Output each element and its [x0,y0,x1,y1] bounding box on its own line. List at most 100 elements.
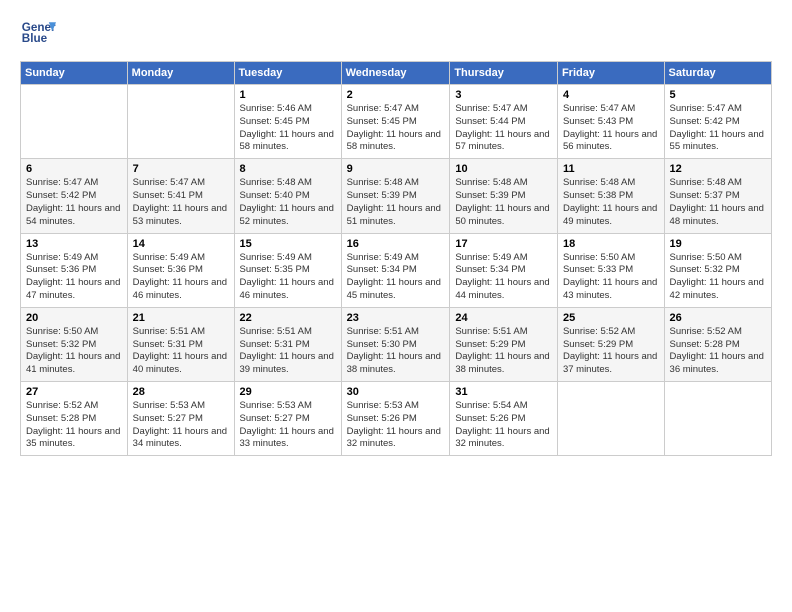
calendar-cell: 6Sunrise: 5:47 AM Sunset: 5:42 PM Daylig… [21,159,128,233]
day-info: Sunrise: 5:48 AM Sunset: 5:39 PM Dayligh… [347,177,445,228]
day-info: Sunrise: 5:54 AM Sunset: 5:26 PM Dayligh… [455,400,552,451]
calendar-cell: 7Sunrise: 5:47 AM Sunset: 5:41 PM Daylig… [127,159,234,233]
day-info: Sunrise: 5:52 AM Sunset: 5:28 PM Dayligh… [670,326,766,377]
calendar-cell [664,382,771,456]
calendar-cell: 8Sunrise: 5:48 AM Sunset: 5:40 PM Daylig… [234,159,341,233]
calendar-cell: 12 Sunrise: 5:48 AM Sunset: 5:37 PM Dayli… [664,159,771,233]
day-info: Sunrise: 5:47 AM Sunset: 5:45 PM Dayligh… [347,103,445,154]
calendar-cell: 9 Sunrise: 5:48 AM Sunset: 5:39 PM Daylig… [341,159,450,233]
day-info: Sunrise: 5:51 AM Sunset: 5:30 PM Dayligh… [347,326,445,377]
day-number: 9 [347,163,445,175]
calendar-cell: 23 Sunrise: 5:51 AM Sunset: 5:30 PM Dayli… [341,307,450,381]
day-info: Sunrise: 5:48 AM Sunset: 5:40 PM Dayligh… [240,177,336,228]
calendar-week-1: 1 Sunrise: 5:46 AM Sunset: 5:45 PM Daylig… [21,85,772,159]
day-number: 14 [133,238,229,250]
day-info: Sunrise: 5:50 AM Sunset: 5:33 PM Dayligh… [563,252,659,303]
calendar-table: SundayMondayTuesdayWednesdayThursdayFrid… [20,61,772,456]
page: General Blue SundayMondayTuesdayWednesda… [0,0,792,612]
calendar-cell: 27 Sunrise: 5:52 AM Sunset: 5:28 PM Dayli… [21,382,128,456]
day-info: Sunrise: 5:47 AM Sunset: 5:42 PM Dayligh… [670,103,766,154]
calendar-cell: 24 Sunrise: 5:51 AM Sunset: 5:29 PM Dayli… [450,307,558,381]
calendar-cell: 19 Sunrise: 5:50 AM Sunset: 5:32 PM Dayli… [664,233,771,307]
calendar-cell: 31 Sunrise: 5:54 AM Sunset: 5:26 PM Dayli… [450,382,558,456]
weekday-header-tuesday: Tuesday [234,62,341,85]
day-info: Sunrise: 5:49 AM Sunset: 5:36 PM Dayligh… [26,252,122,303]
calendar-cell: 1 Sunrise: 5:46 AM Sunset: 5:45 PM Daylig… [234,85,341,159]
calendar-cell: 4 Sunrise: 5:47 AM Sunset: 5:43 PM Daylig… [557,85,664,159]
header: General Blue [20,15,772,51]
calendar-cell: 5 Sunrise: 5:47 AM Sunset: 5:42 PM Daylig… [664,85,771,159]
day-number: 12 [670,163,766,175]
weekday-header-monday: Monday [127,62,234,85]
calendar-cell: 22 Sunrise: 5:51 AM Sunset: 5:31 PM Dayli… [234,307,341,381]
day-number: 30 [347,386,445,398]
day-number: 17 [455,238,552,250]
calendar-week-2: 6Sunrise: 5:47 AM Sunset: 5:42 PM Daylig… [21,159,772,233]
calendar-cell: 3 Sunrise: 5:47 AM Sunset: 5:44 PM Daylig… [450,85,558,159]
day-number: 31 [455,386,552,398]
day-number: 10 [455,163,552,175]
weekday-header-row: SundayMondayTuesdayWednesdayThursdayFrid… [21,62,772,85]
day-number: 13 [26,238,122,250]
logo: General Blue [20,15,56,51]
calendar-cell [21,85,128,159]
day-number: 23 [347,312,445,324]
day-number: 15 [240,238,336,250]
weekday-header-sunday: Sunday [21,62,128,85]
day-number: 3 [455,89,552,101]
calendar-cell: 20Sunrise: 5:50 AM Sunset: 5:32 PM Dayli… [21,307,128,381]
day-number: 11 [563,163,659,175]
calendar-cell: 25Sunrise: 5:52 AM Sunset: 5:29 PM Dayli… [557,307,664,381]
calendar-cell [557,382,664,456]
day-number: 1 [240,89,336,101]
day-info: Sunrise: 5:50 AM Sunset: 5:32 PM Dayligh… [670,252,766,303]
day-info: Sunrise: 5:47 AM Sunset: 5:44 PM Dayligh… [455,103,552,154]
day-number: 24 [455,312,552,324]
day-info: Sunrise: 5:51 AM Sunset: 5:31 PM Dayligh… [240,326,336,377]
day-info: Sunrise: 5:49 AM Sunset: 5:35 PM Dayligh… [240,252,336,303]
day-info: Sunrise: 5:52 AM Sunset: 5:29 PM Dayligh… [563,326,659,377]
calendar-cell [127,85,234,159]
calendar-cell: 15 Sunrise: 5:49 AM Sunset: 5:35 PM Dayli… [234,233,341,307]
calendar-cell: 11 Sunrise: 5:48 AM Sunset: 5:38 PM Dayli… [557,159,664,233]
calendar-week-5: 27 Sunrise: 5:52 AM Sunset: 5:28 PM Dayli… [21,382,772,456]
day-info: Sunrise: 5:49 AM Sunset: 5:34 PM Dayligh… [347,252,445,303]
day-number: 5 [670,89,766,101]
day-info: Sunrise: 5:51 AM Sunset: 5:31 PM Dayligh… [133,326,229,377]
day-info: Sunrise: 5:48 AM Sunset: 5:38 PM Dayligh… [563,177,659,228]
day-info: Sunrise: 5:53 AM Sunset: 5:27 PM Dayligh… [133,400,229,451]
day-number: 22 [240,312,336,324]
day-info: Sunrise: 5:53 AM Sunset: 5:26 PM Dayligh… [347,400,445,451]
logo-icon: General Blue [20,15,56,51]
day-info: Sunrise: 5:49 AM Sunset: 5:34 PM Dayligh… [455,252,552,303]
day-number: 2 [347,89,445,101]
day-number: 19 [670,238,766,250]
svg-text:Blue: Blue [22,32,48,45]
calendar-cell: 17 Sunrise: 5:49 AM Sunset: 5:34 PM Dayli… [450,233,558,307]
day-number: 27 [26,386,122,398]
calendar-cell: 26 Sunrise: 5:52 AM Sunset: 5:28 PM Dayli… [664,307,771,381]
day-number: 20 [26,312,122,324]
day-number: 4 [563,89,659,101]
day-info: Sunrise: 5:46 AM Sunset: 5:45 PM Dayligh… [240,103,336,154]
calendar-cell: 13 Sunrise: 5:49 AM Sunset: 5:36 PM Dayli… [21,233,128,307]
weekday-header-friday: Friday [557,62,664,85]
day-info: Sunrise: 5:48 AM Sunset: 5:37 PM Dayligh… [670,177,766,228]
calendar-cell: 30 Sunrise: 5:53 AM Sunset: 5:26 PM Dayli… [341,382,450,456]
day-info: Sunrise: 5:47 AM Sunset: 5:43 PM Dayligh… [563,103,659,154]
day-number: 6 [26,163,122,175]
weekday-header-wednesday: Wednesday [341,62,450,85]
day-info: Sunrise: 5:53 AM Sunset: 5:27 PM Dayligh… [240,400,336,451]
calendar-cell: 18 Sunrise: 5:50 AM Sunset: 5:33 PM Dayli… [557,233,664,307]
day-info: Sunrise: 5:51 AM Sunset: 5:29 PM Dayligh… [455,326,552,377]
calendar-cell: 16Sunrise: 5:49 AM Sunset: 5:34 PM Dayli… [341,233,450,307]
day-info: Sunrise: 5:52 AM Sunset: 5:28 PM Dayligh… [26,400,122,451]
day-number: 26 [670,312,766,324]
calendar-week-3: 13 Sunrise: 5:49 AM Sunset: 5:36 PM Dayli… [21,233,772,307]
calendar-cell: 2 Sunrise: 5:47 AM Sunset: 5:45 PM Daylig… [341,85,450,159]
calendar-cell: 10Sunrise: 5:48 AM Sunset: 5:39 PM Dayli… [450,159,558,233]
day-number: 18 [563,238,659,250]
day-number: 28 [133,386,229,398]
calendar-cell: 21Sunrise: 5:51 AM Sunset: 5:31 PM Dayli… [127,307,234,381]
day-info: Sunrise: 5:49 AM Sunset: 5:36 PM Dayligh… [133,252,229,303]
